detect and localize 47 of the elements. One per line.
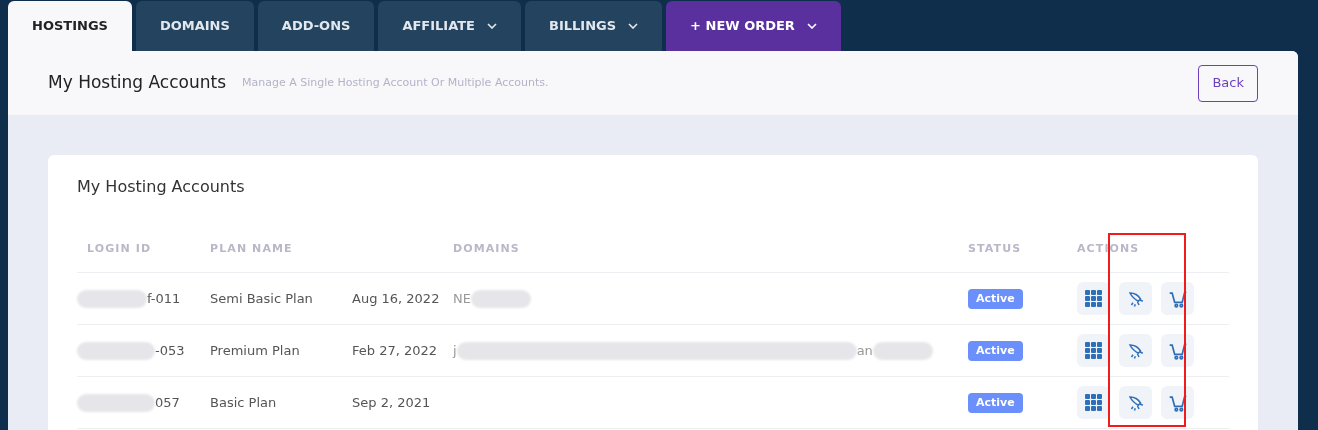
cart-action-button[interactable] [1161,386,1194,419]
nav-tab[interactable]: HOSTINGS [8,1,132,51]
column-header: DOMAINS [453,241,521,257]
rocket-action-button[interactable] [1119,282,1152,315]
plan-name: Basic Plan [210,393,278,412]
plan-name: Semi Basic Plan [210,289,314,308]
cart-action-button[interactable] [1161,334,1194,367]
cart-action-button[interactable] [1161,282,1194,315]
rocket-icon [1126,393,1145,412]
nav-tab[interactable]: ADD-ONS [257,1,375,51]
rocket-icon [1126,341,1145,360]
column-header: STATUS [968,241,1023,257]
blurred-redaction [77,289,147,308]
grid-action-button[interactable] [1077,334,1110,367]
nav-tab[interactable]: AFFILIATE [378,1,521,51]
grid-icon [1084,341,1103,360]
status-badge: Active [968,392,1023,414]
card-title: My Hosting Accounts [77,176,246,198]
rocket-icon [1126,289,1145,308]
grid-icon [1084,393,1103,412]
plan-name: Premium Plan [210,341,301,360]
login-id: f-011 [147,289,181,308]
grid-action-button[interactable] [1077,386,1110,419]
back-button[interactable]: Back [1198,64,1258,102]
date-cell-text: Sep 2, 2021 [352,393,432,412]
login-id: -053 [155,341,185,360]
login-id: 057 [155,393,180,412]
date-cell-text: Aug 16, 2022 [352,289,441,308]
grid-icon [1084,289,1103,308]
column-header: PLAN NAME [210,241,294,257]
blurred-redaction [872,341,933,360]
rocket-action-button[interactable] [1119,386,1152,419]
status-badge: Active [968,340,1023,362]
nav-tab[interactable]: BILLINGS [525,1,663,51]
nav-tab[interactable]: DOMAINS [135,1,254,51]
rocket-action-button[interactable] [1119,334,1152,367]
blurred-redaction [470,289,531,308]
grid-action-button[interactable] [1077,282,1110,315]
domain-fragment: NE [453,289,471,308]
domain-fragment: an [856,341,873,360]
domain-fragment: j [453,341,457,360]
date-cell-text: Feb 27, 2022 [352,341,439,360]
column-header: LOGIN ID [86,241,153,257]
page-title: My Hosting Accounts [48,71,227,95]
page-subtitle: Manage A Single Hosting Account Or Multiple Accounts. [242,74,549,91]
status-badge: Active [968,288,1023,310]
nav-tab[interactable]: + NEW ORDER [666,1,841,51]
